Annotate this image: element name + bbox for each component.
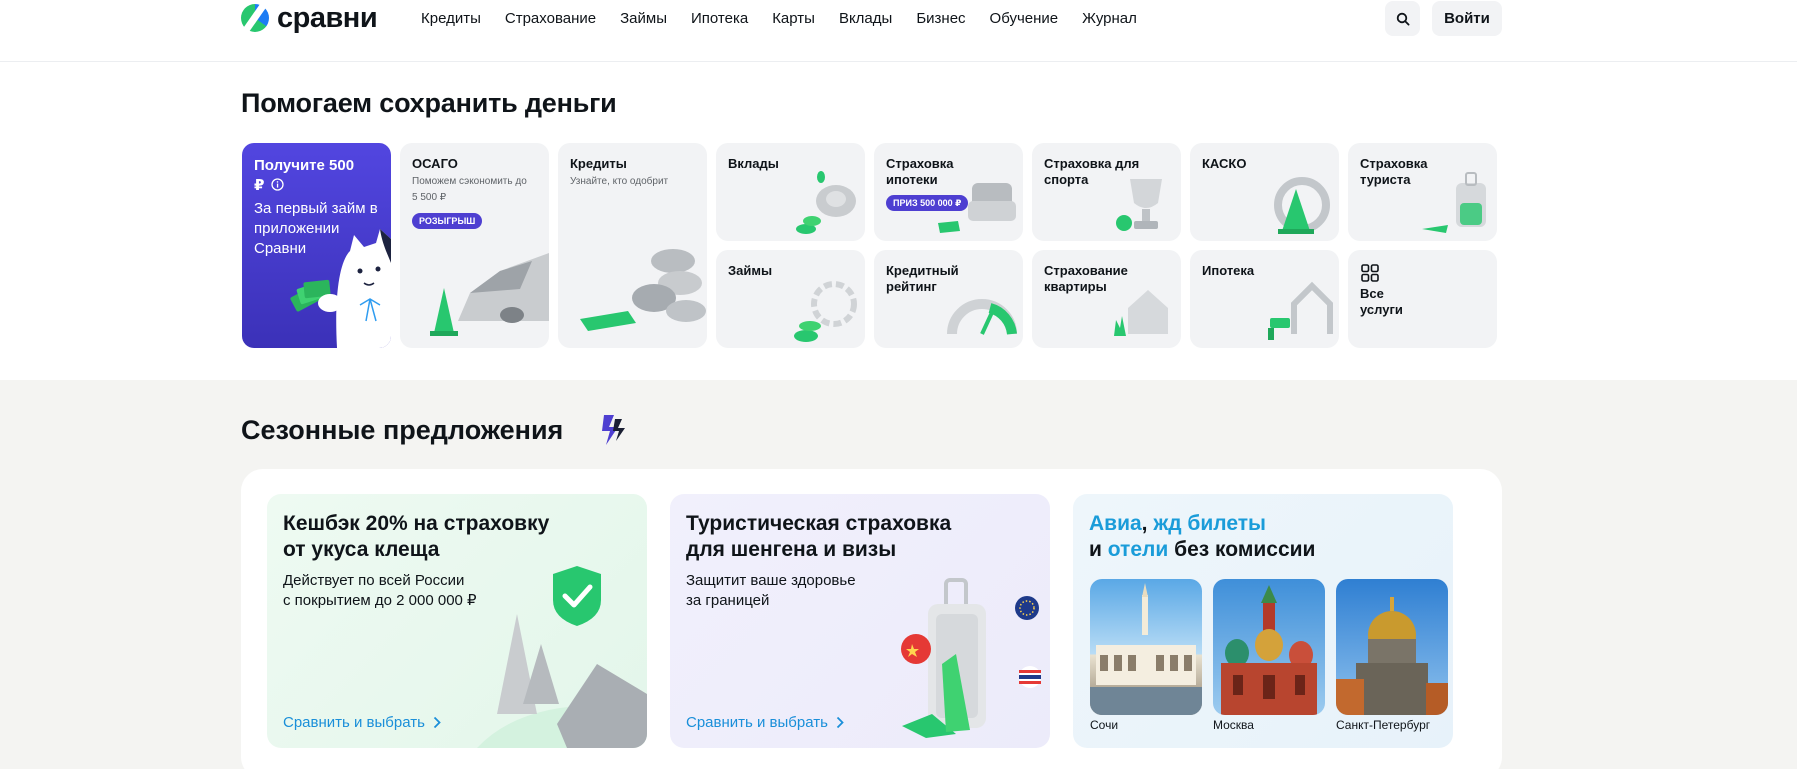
- offer-card-tickets[interactable]: Авиа, жд билеты и отели без комиссии Соч…: [1073, 494, 1453, 748]
- city-card-sochi[interactable]: [1090, 579, 1202, 715]
- nav-item-journal[interactable]: Журнал: [1082, 10, 1137, 27]
- service-tile-flat-insurance[interactable]: Страхование квартиры: [1032, 250, 1181, 348]
- offer-card-tick-insurance[interactable]: Кешбэк 20% на страховку от укуса клеща Д…: [267, 494, 647, 748]
- service-tile-tourist-insurance[interactable]: Страховка туриста: [1348, 143, 1497, 241]
- logo-text: сравни: [277, 1, 378, 34]
- nav-item-credits[interactable]: Кредиты: [421, 10, 481, 27]
- offer-title: Авиа, жд билеты и отели без комиссии: [1089, 512, 1316, 561]
- seasonal-heading: Сезонные предложения: [241, 415, 564, 445]
- promo-tile[interactable]: Получите 500 ₽ За первый займ в приложен…: [242, 143, 391, 348]
- compare-link[interactable]: Сравнить и выбрать: [283, 714, 441, 731]
- prize-badge: ПРИЗ 500 000 ₽: [886, 195, 969, 211]
- search-icon: [1396, 12, 1410, 26]
- service-tile-mortgage[interactable]: Ипотека: [1190, 250, 1339, 348]
- logo[interactable]: сравни: [241, 1, 378, 34]
- city-label: Санкт-Петербург: [1336, 718, 1431, 732]
- house-roller-illustration: [1268, 281, 1333, 340]
- nav-item-cards[interactable]: Карты: [772, 10, 815, 27]
- nav-item-education[interactable]: Обучение: [990, 10, 1059, 27]
- piggy-bank-illustration: [796, 171, 856, 234]
- cat-mascot-illustration: [290, 229, 391, 348]
- isaac-cathedral-illustration: [1336, 597, 1448, 715]
- coins-card-illustration: [580, 249, 706, 331]
- tile-title: Все услуги: [1360, 286, 1403, 317]
- service-tile-credits[interactable]: Кредиты Узнайте, кто одобрит: [558, 143, 707, 348]
- nav-item-mortgage[interactable]: Ипотека: [691, 10, 748, 27]
- city-card-moscow[interactable]: [1213, 579, 1325, 715]
- moscow-cathedral-illustration: [1221, 585, 1317, 715]
- services-heading: Помогаем сохранить деньги: [241, 88, 617, 118]
- service-tile-loans[interactable]: Займы: [716, 250, 865, 348]
- sochi-building-illustration: [1090, 583, 1202, 715]
- compare-link[interactable]: Сравнить и выбрать: [686, 714, 844, 731]
- forest-shield-illustration: [477, 566, 647, 748]
- site-header: сравни Кредиты Страхование Займы Ипотека…: [0, 0, 1797, 62]
- logo-mark-icon: [241, 4, 269, 32]
- nav-item-loans[interactable]: Займы: [620, 10, 667, 27]
- service-tile-all[interactable]: Все услуги: [1348, 250, 1497, 348]
- main-nav: Кредиты Страхование Займы Ипотека Карты …: [421, 10, 1161, 27]
- city-card-saint-petersburg[interactable]: [1336, 579, 1448, 715]
- ruble-coin-illustration: [794, 281, 857, 342]
- gauge-illustration: [947, 299, 1017, 335]
- car-illustration: [430, 253, 549, 336]
- nav-item-deposits[interactable]: Вклады: [839, 10, 892, 27]
- shield-cone-illustration: [1274, 177, 1330, 234]
- nav-item-insurance[interactable]: Страхование: [505, 10, 596, 27]
- service-tile-credit-rating[interactable]: Кредитный рейтинг: [874, 250, 1023, 348]
- trophy-illustration: [1116, 179, 1162, 231]
- suitcase-illustration: [1422, 172, 1486, 233]
- suitcase-flags-illustration: [901, 578, 1041, 738]
- offer-card-travel-insurance[interactable]: Туристическая страховка для шенгена и ви…: [670, 494, 1050, 748]
- nav-item-business[interactable]: Бизнес: [916, 10, 965, 27]
- service-tile-deposits[interactable]: Вклады: [716, 143, 865, 241]
- lightning-icon: [602, 415, 625, 445]
- sofa-illustration: [938, 183, 1016, 233]
- service-tile-sport-insurance[interactable]: Страховка для спорта: [1032, 143, 1181, 241]
- city-label: Москва: [1213, 718, 1254, 732]
- service-tile-osago[interactable]: ОСАГО Поможем сэкономить до 5 500 ₽ РОЗЫ…: [400, 143, 549, 348]
- chevron-right-icon: [836, 716, 844, 729]
- service-tile-kasko[interactable]: КАСКО: [1190, 143, 1339, 241]
- service-tile-mortgage-insurance[interactable]: Страховка ипотеки ПРИЗ 500 000 ₽: [874, 143, 1023, 241]
- house-illustration: [1114, 290, 1168, 336]
- login-button[interactable]: Войти: [1432, 1, 1502, 36]
- grid-icon: [1361, 264, 1379, 282]
- chevron-right-icon: [433, 716, 441, 729]
- search-button[interactable]: [1385, 1, 1420, 36]
- city-label: Сочи: [1090, 718, 1119, 732]
